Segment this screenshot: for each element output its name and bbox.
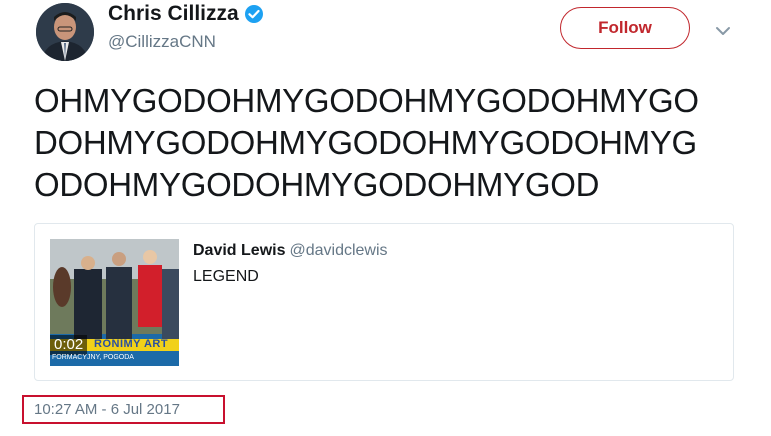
author-avatar[interactable]	[36, 3, 94, 61]
tweet-text-line: OHMYGODOHMYGODOHMYGODOHMYGO	[34, 82, 699, 119]
follow-button-label: Follow	[598, 18, 652, 37]
tweet-text-line: ODOHMYGODOHMYGODOHMYGOD	[34, 166, 600, 203]
video-duration: 0:02	[50, 335, 88, 355]
video-overlay-text: RONIMY ART	[94, 338, 169, 350]
author-name[interactable]: Chris Cillizza	[108, 2, 264, 26]
video-caption: FORMACYJNY, POGODA	[52, 354, 134, 361]
video-thumbnail[interactable]: 0:02 RONIMY ART FORMACYJNY, POGODA	[50, 239, 179, 366]
author-name-text: Chris Cillizza	[108, 2, 239, 25]
avatar-image	[36, 3, 94, 61]
follow-button[interactable]: Follow	[560, 7, 690, 49]
tweet-text-line: DOHMYGODOHMYGODOHMYGODOHMYG	[34, 124, 697, 161]
author-handle[interactable]: @CillizzaCNN	[108, 32, 216, 52]
verified-badge-icon	[244, 5, 263, 23]
chevron-down-icon[interactable]	[711, 22, 735, 40]
tweet-timestamp[interactable]: 10:27 AM - 6 Jul 2017	[34, 401, 180, 418]
quoted-tweet-text: LEGEND	[193, 268, 259, 285]
quoted-author-name: David Lewis	[193, 242, 286, 259]
quoted-author[interactable]: David Lewis @davidclewis	[193, 242, 388, 260]
tweet-text: OHMYGODOHMYGODOHMYGODOHMYGO DOHMYGODOHMY…	[34, 80, 754, 206]
quoted-tweet-card[interactable]: 0:02 RONIMY ART FORMACYJNY, POGODA David…	[34, 223, 734, 381]
quoted-author-handle: @davidclewis	[289, 242, 388, 259]
